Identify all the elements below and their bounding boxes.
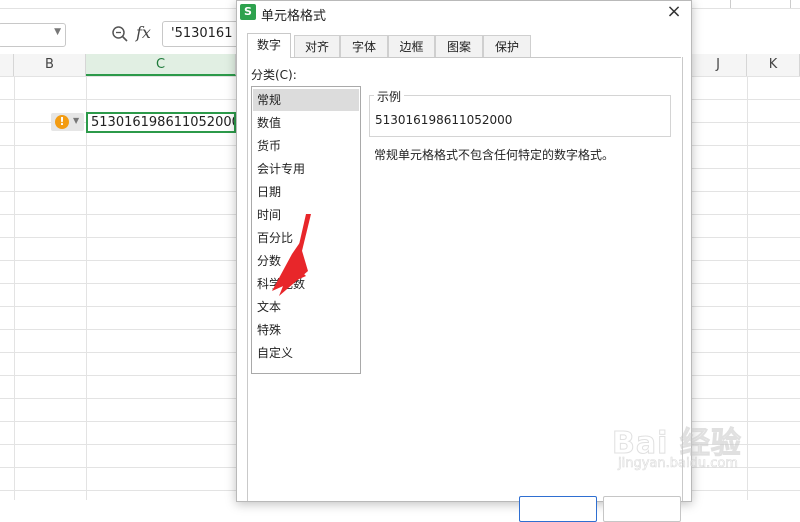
close-icon[interactable]: × <box>663 1 685 23</box>
function-icon[interactable]: fx <box>136 23 151 42</box>
grid-line <box>14 76 15 500</box>
column-header[interactable] <box>0 54 14 76</box>
app-logo-icon: S <box>240 4 256 20</box>
error-check-button[interactable]: ! ▼ <box>51 113 84 131</box>
tab-alignment[interactable]: 对齐 <box>294 35 340 57</box>
dialog-titlebar: S 单元格格式 × <box>237 1 691 25</box>
tab-bar: 数字 对齐 字体 边框 图案 保护 <box>247 33 681 58</box>
category-list[interactable]: 常规 数值 货币 会计专用 日期 时间 百分比 分数 科学记数 文本 特殊 自定… <box>251 86 361 374</box>
sample-legend: 示例 <box>374 88 405 105</box>
tab-font[interactable]: 字体 <box>340 35 388 57</box>
format-description: 常规单元格格式不包含任何特定的数字格式。 <box>374 148 615 162</box>
list-item-percentage[interactable]: 百分比 <box>253 227 359 249</box>
column-header-j[interactable]: J <box>690 54 747 76</box>
list-item-currency[interactable]: 货币 <box>253 135 359 157</box>
column-header-k[interactable]: K <box>747 54 800 76</box>
tab-protection[interactable]: 保护 <box>483 35 531 57</box>
list-item-scientific[interactable]: 科学记数 <box>253 273 359 295</box>
toolbar-divider <box>790 0 791 8</box>
chevron-down-icon[interactable]: ▼ <box>73 116 79 125</box>
list-item-custom[interactable]: 自定义 <box>253 342 359 364</box>
category-label: 分类(C): <box>251 68 297 82</box>
tab-number[interactable]: 数字 <box>247 33 291 58</box>
warning-icon[interactable]: ! <box>55 115 69 129</box>
list-item-accounting[interactable]: 会计专用 <box>253 158 359 180</box>
list-item-special[interactable]: 特殊 <box>253 319 359 341</box>
name-box[interactable]: ▼ <box>0 23 66 47</box>
dialog-title: 单元格格式 <box>261 9 327 24</box>
list-item-time[interactable]: 时间 <box>253 204 359 226</box>
tab-border[interactable]: 边框 <box>388 35 435 57</box>
chevron-down-icon[interactable]: ▼ <box>54 27 61 37</box>
watermark: Bai 经验 jingyan.baidu.com <box>612 418 792 480</box>
tab-pattern[interactable]: 图案 <box>435 35 483 57</box>
list-item-general[interactable]: 常规 <box>253 89 359 111</box>
column-header-b[interactable]: B <box>14 54 86 76</box>
list-item-number[interactable]: 数值 <box>253 112 359 134</box>
list-item-text[interactable]: 文本 <box>253 296 359 318</box>
zoom-icon[interactable] <box>111 25 129 43</box>
toolbar-divider <box>730 0 731 8</box>
formula-input[interactable]: '5130161 <box>162 21 242 47</box>
grid-line <box>86 76 87 500</box>
column-header-c[interactable]: C <box>86 54 236 76</box>
list-item-fraction[interactable]: 分数 <box>253 250 359 272</box>
watermark-url: jingyan.baidu.com <box>618 456 739 472</box>
sample-value: 513016198611052000 <box>375 113 513 127</box>
list-item-date[interactable]: 日期 <box>253 181 359 203</box>
active-cell[interactable]: 513016198611052000 <box>86 112 236 133</box>
